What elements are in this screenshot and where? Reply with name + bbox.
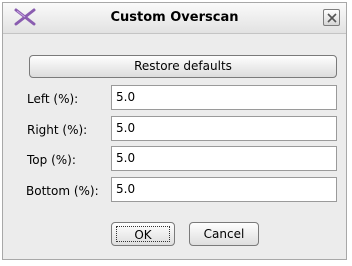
close-button[interactable] [323, 9, 340, 26]
dialog-title: Custom Overscan [110, 10, 239, 25]
custom-overscan-dialog: Custom Overscan Restore defaults Left (%… [2, 2, 347, 260]
left-input[interactable]: 5.0 [111, 85, 337, 110]
cancel-button[interactable]: Cancel [189, 222, 259, 246]
left-label: Left (%): [27, 92, 79, 106]
bottom-label: Bottom (%): [26, 184, 99, 198]
ok-button-label: OK [116, 226, 170, 242]
top-label: Top (%): [27, 153, 76, 167]
bottom-input[interactable]: 5.0 [111, 177, 337, 202]
restore-defaults-button[interactable]: Restore defaults [29, 55, 337, 78]
right-label: Right (%): [27, 123, 88, 137]
close-icon [327, 13, 337, 23]
title-bar[interactable]: Custom Overscan [3, 3, 346, 34]
right-input[interactable]: 5.0 [111, 116, 337, 141]
top-input[interactable]: 5.0 [111, 146, 337, 171]
ok-button[interactable]: OK [111, 222, 175, 246]
